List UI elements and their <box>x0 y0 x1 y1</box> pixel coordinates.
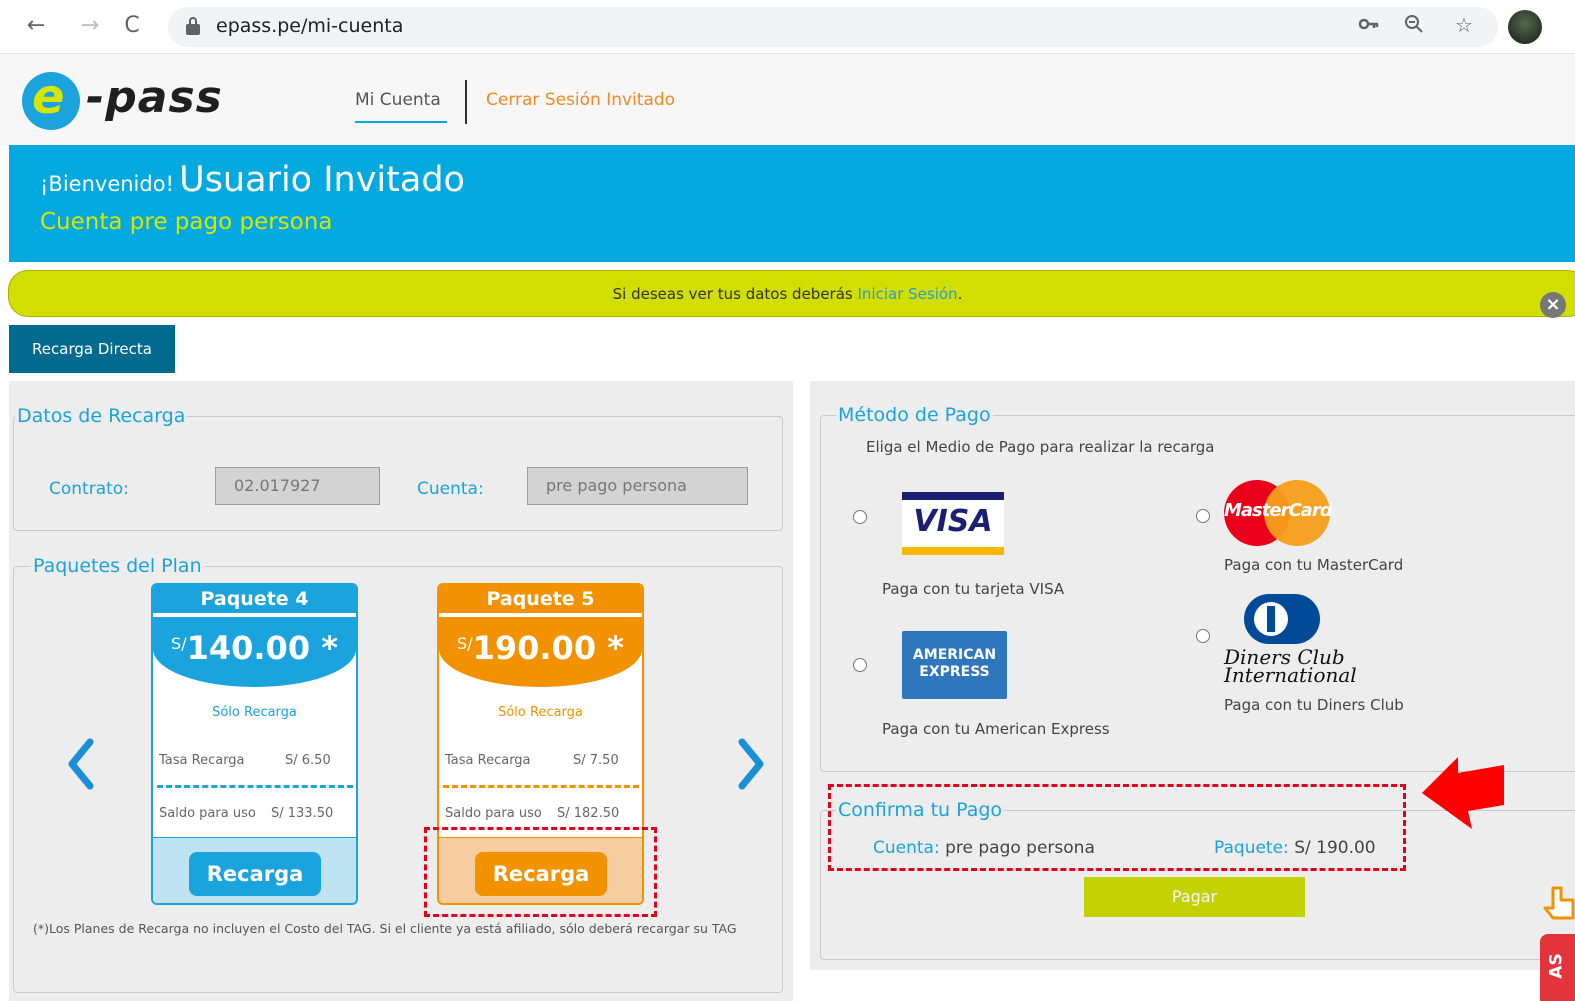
radio-amex[interactable] <box>853 658 867 672</box>
package-footer: Recarga <box>153 837 356 903</box>
welcome-heading: ¡Bienvenido! Usuario Invitado <box>40 160 465 200</box>
diners-caption: Paga con tu Diners Club <box>1224 696 1404 714</box>
reload-icon[interactable]: C <box>118 12 146 40</box>
side-tab[interactable]: AS <box>1540 934 1575 1001</box>
lock-icon <box>186 17 200 35</box>
close-icon[interactable]: × <box>1540 292 1566 318</box>
mastercard-logo[interactable]: MasterCard <box>1224 480 1333 546</box>
metodo-pago-legend: Método de Pago <box>836 404 993 426</box>
red-arrow-annotation <box>1420 757 1510 835</box>
package-saldo-row: Saldo para uso S/ 133.50 <box>159 806 334 821</box>
star-bookmark-icon[interactable]: ☆ <box>1450 13 1478 37</box>
package-card-4: Paquete 4 S/140.00 * Sólo Recarga Tasa R… <box>151 583 358 905</box>
diners-club-logo[interactable]: Diners Club International <box>1224 594 1357 688</box>
package-price: S/140.00 * <box>153 617 356 687</box>
back-arrow-icon[interactable]: ← <box>22 12 50 40</box>
highlight-box-recarga <box>424 827 657 917</box>
contrato-label: Contrato: <box>49 479 129 499</box>
nav-cerrar-sesion[interactable]: Cerrar Sesión Invitado <box>486 90 675 110</box>
paquetes-legend: Paquetes del Plan <box>31 555 204 577</box>
profile-avatar[interactable] <box>1508 10 1542 44</box>
chevron-right-icon[interactable] <box>736 738 766 790</box>
footnote: (*)Los Planes de Recarga no incluyen el … <box>33 921 737 936</box>
package-solo-recarga: Sólo Recarga <box>498 705 583 720</box>
nav-divider <box>465 80 467 124</box>
pointer-hand-icon[interactable] <box>1543 884 1575 930</box>
cuenta-label: Cuenta: <box>417 479 484 499</box>
account-type: Cuenta pre pago persona <box>40 209 333 235</box>
package-solo-recarga: Sólo Recarga <box>212 705 297 720</box>
metodo-pago-subtitle: Eliga el Medio de Pago para realizar la … <box>866 438 1215 456</box>
browser-toolbar: ← → C epass.pe/mi-cuenta ☆ <box>0 0 1575 54</box>
visa-logo[interactable]: VISA <box>902 492 1004 555</box>
package-saldo-row: Saldo para uso S/ 182.50 <box>445 806 620 821</box>
zoom-out-icon[interactable] <box>1400 13 1428 40</box>
radio-diners[interactable] <box>1196 629 1210 643</box>
package-price: S/190.00 * <box>439 617 642 687</box>
datos-recarga-legend: Datos de Recarga <box>15 405 188 427</box>
mastercard-caption: Paga con tu MasterCard <box>1224 556 1404 574</box>
radio-mastercard[interactable] <box>1196 509 1210 523</box>
cuenta-field[interactable]: pre pago persona <box>527 467 748 505</box>
tab-recarga-directa[interactable]: Recarga Directa <box>9 325 175 373</box>
package-divider <box>157 785 353 788</box>
forward-arrow-icon[interactable]: → <box>76 12 104 40</box>
package-title: Paquete 4 <box>153 585 356 613</box>
welcome-greeting: ¡Bienvenido! <box>40 172 174 196</box>
highlight-box-confirma <box>828 784 1406 871</box>
welcome-user-name: Usuario Invitado <box>179 160 465 200</box>
contrato-field[interactable]: 02.017927 <box>215 467 380 505</box>
info-bar-text: Si deseas ver tus datos deberás Iniciar … <box>612 285 963 303</box>
nav-active-indicator <box>355 121 447 123</box>
amex-caption: Paga con tu American Express <box>882 720 1110 738</box>
package-tasa-row: Tasa Recarga S/ 6.50 <box>159 753 331 768</box>
package-tasa-row: Tasa Recarga S/ 7.50 <box>445 753 619 768</box>
recarga-button-paquete-4[interactable]: Recarga <box>189 852 321 896</box>
iniciar-sesion-link[interactable]: Iniciar Sesión <box>858 285 958 303</box>
nav-mi-cuenta[interactable]: Mi Cuenta <box>355 90 441 110</box>
package-divider <box>443 785 639 788</box>
site-header <box>0 54 1575 145</box>
key-icon[interactable] <box>1355 13 1383 40</box>
radio-visa[interactable] <box>853 510 867 524</box>
package-title: Paquete 5 <box>439 585 642 613</box>
url-text[interactable]: epass.pe/mi-cuenta <box>216 15 403 37</box>
amex-logo[interactable]: AMERICAN EXPRESS <box>902 631 1007 699</box>
chevron-left-icon[interactable] <box>66 738 96 790</box>
visa-caption: Paga con tu tarjeta VISA <box>882 580 1065 598</box>
pagar-button[interactable]: Pagar <box>1084 877 1305 917</box>
